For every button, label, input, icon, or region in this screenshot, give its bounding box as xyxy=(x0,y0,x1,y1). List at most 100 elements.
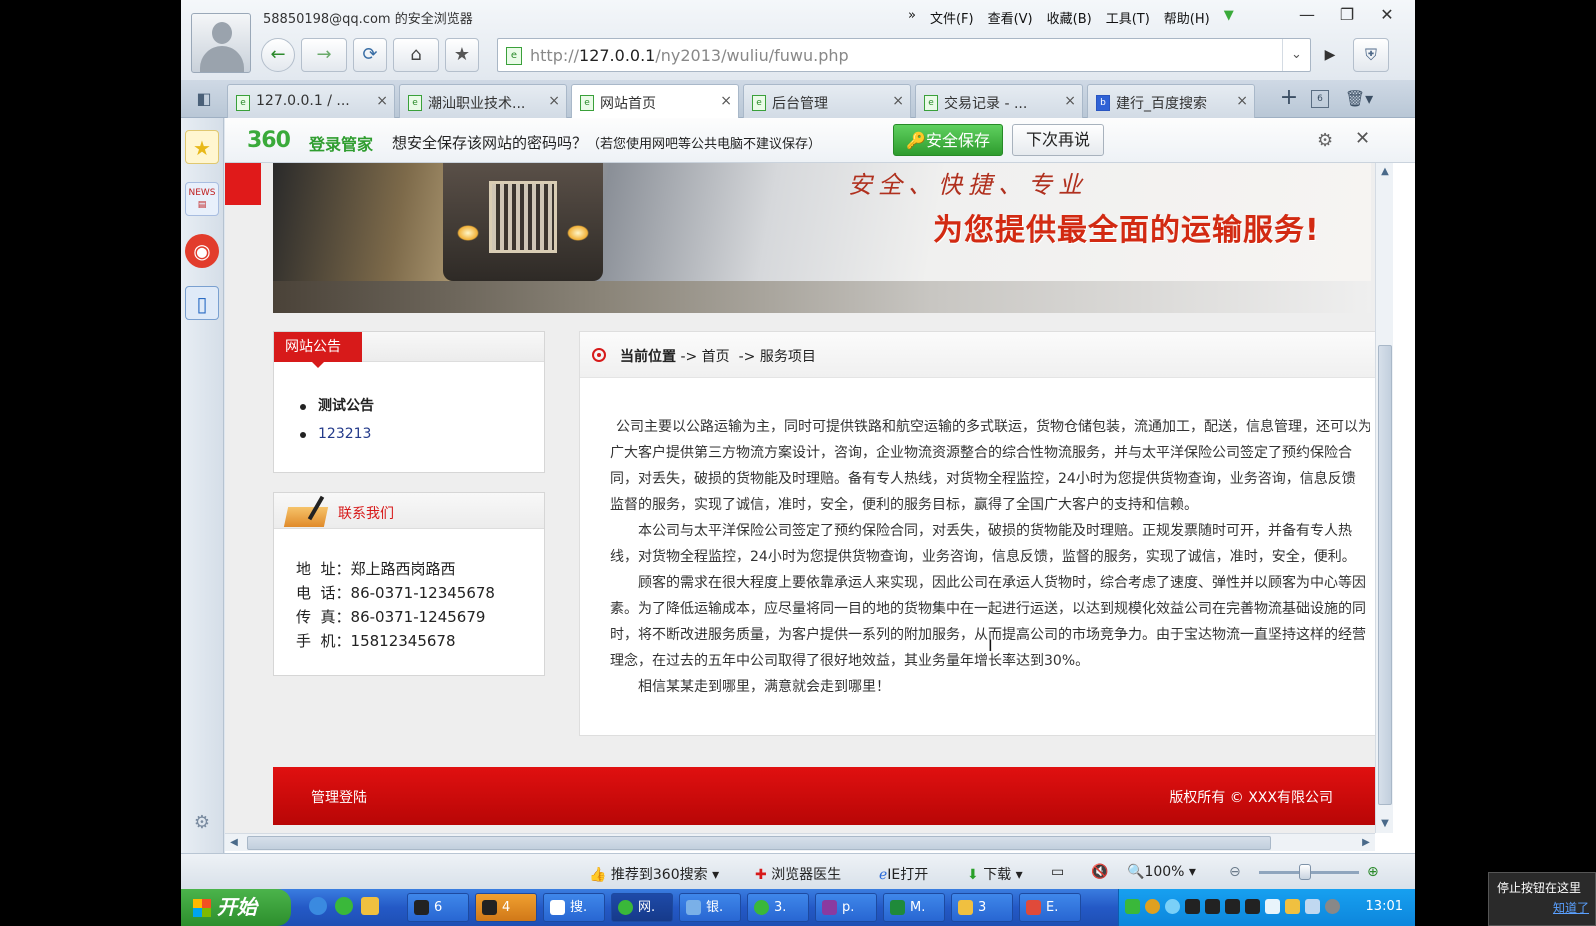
envelope-pen-icon xyxy=(283,495,332,527)
tab-close-icon[interactable]: × xyxy=(720,93,732,109)
menu-more-icon[interactable]: » xyxy=(908,8,916,27)
taskbar-folder[interactable]: 3 xyxy=(951,893,1013,922)
hscroll-thumb[interactable] xyxy=(247,836,1271,850)
tab-6[interactable]: b 建行_百度搜索 × xyxy=(1087,84,1255,118)
go-button[interactable]: ▶ xyxy=(1315,38,1345,72)
refresh-button[interactable]: ⟳ xyxy=(353,38,387,72)
windows-taskbar: 开始 6 4 搜. 网. 银. 3. p. M. 3 E. 13:01 xyxy=(181,889,1415,926)
recorder-dismiss-link[interactable]: 知道了 xyxy=(1553,899,1589,916)
tray-volume-icon[interactable] xyxy=(1325,899,1340,914)
scroll-down-icon[interactable]: ▼ xyxy=(1376,815,1394,833)
gear-icon[interactable]: ⚙ xyxy=(1317,130,1333,151)
tray-qq-icon[interactable] xyxy=(1205,899,1220,914)
tray-qq-icon[interactable] xyxy=(1185,899,1200,914)
later-button[interactable]: 下次再说 xyxy=(1012,124,1104,156)
tray-monitor-icon[interactable] xyxy=(1305,899,1320,914)
taskbar-p[interactable]: p. xyxy=(815,893,877,922)
taskbar-qq-1[interactable]: 6 xyxy=(407,893,469,922)
menu-file[interactable]: 文件(F) xyxy=(930,8,974,27)
taskbar-app-3[interactable]: 3. xyxy=(747,893,809,922)
zoom-slider-knob[interactable] xyxy=(1299,864,1311,880)
news-icon[interactable]: NEWS ▤ xyxy=(185,182,219,216)
restore-button[interactable]: ❐ xyxy=(1327,2,1367,28)
vertical-scrollbar[interactable]: ▲ ▼ xyxy=(1375,163,1393,833)
zoom-out-icon[interactable]: ⊖ xyxy=(1229,864,1241,880)
closed-tabs-trash-icon[interactable]: 🗑▾ xyxy=(1341,86,1377,112)
tab-5[interactable]: e 交易记录 - ... × xyxy=(915,84,1083,118)
favorites-star-icon[interactable]: ★ xyxy=(185,130,219,164)
tray-shield-icon[interactable] xyxy=(1285,899,1300,914)
tab-close-icon[interactable]: × xyxy=(548,93,560,109)
ie-open-button[interactable]: ℯIE打开 xyxy=(879,864,928,884)
tab-1[interactable]: e 127.0.0.1 / ... × xyxy=(227,84,395,118)
scroll-left-icon[interactable]: ◀ xyxy=(225,834,243,852)
browser-doctor-button[interactable]: ✚ 浏览器医生 xyxy=(755,864,841,884)
contact-header: 联系我们 xyxy=(274,493,544,529)
security-shield-button[interactable]: ⛨ xyxy=(1353,38,1389,72)
start-button[interactable]: 开始 xyxy=(181,889,291,926)
recommend-360-button[interactable]: 👍 推荐到360搜索 ▾ xyxy=(589,864,719,884)
page-icon: e xyxy=(580,95,594,111)
close-window-button[interactable]: ✕ xyxy=(1367,2,1407,28)
zoom-in-icon[interactable]: ⊕ xyxy=(1367,864,1379,880)
tray-360-icon[interactable] xyxy=(1125,899,1140,914)
horizontal-scrollbar[interactable]: ◀ ▶ xyxy=(225,833,1375,851)
download-button[interactable]: ⬇ 下载 ▾ xyxy=(967,864,1023,884)
tab-close-icon[interactable]: × xyxy=(892,93,904,109)
back-button[interactable]: ← xyxy=(261,38,295,72)
address-bar[interactable]: e http://127.0.0.1/ny2013/wuliu/fuwu.php… xyxy=(497,38,1311,72)
favorite-star-button[interactable]: ★ xyxy=(445,38,479,72)
scroll-right-icon[interactable]: ▶ xyxy=(1357,834,1375,852)
menu-view[interactable]: 查看(V) xyxy=(988,8,1033,27)
new-tab-button[interactable]: + xyxy=(1276,86,1302,112)
close-bar-icon[interactable]: ✕ xyxy=(1355,128,1370,149)
url-dropdown-icon[interactable]: ⌄ xyxy=(1282,39,1310,71)
weibo-icon[interactable]: ◉ xyxy=(185,234,219,268)
scroll-up-icon[interactable]: ▲ xyxy=(1376,163,1394,181)
tab-close-icon[interactable]: × xyxy=(1064,93,1076,109)
folder-quicklaunch-icon[interactable] xyxy=(361,897,379,915)
taskbar-browser[interactable]: 网. xyxy=(611,893,673,922)
360-quicklaunch-icon[interactable] xyxy=(335,897,353,915)
tab-close-icon[interactable]: × xyxy=(376,93,388,109)
minimize-button[interactable]: — xyxy=(1287,2,1327,28)
settings-gear-icon[interactable]: ⚙ xyxy=(185,806,219,840)
taskbar-search[interactable]: 搜. xyxy=(543,893,605,922)
skin-shirt-icon[interactable]: ▼ xyxy=(1224,8,1234,27)
notice-item[interactable]: 测试公告 xyxy=(300,398,374,426)
taskbar-qq-2[interactable]: 4 xyxy=(475,893,537,922)
url-text[interactable]: http://127.0.0.1/ny2013/wuliu/fuwu.php xyxy=(530,46,849,65)
menu-favorites[interactable]: 收藏(B) xyxy=(1047,8,1092,27)
admin-login-link[interactable]: 管理登陆 xyxy=(311,787,367,807)
taskbar-bank[interactable]: 银. xyxy=(679,893,741,922)
home-button[interactable]: ⌂ xyxy=(393,38,439,72)
tab-2[interactable]: e 潮汕职业技术... × xyxy=(399,84,567,118)
breadcrumb-text: 当前位置 -> 首页 -> 服务项目 xyxy=(620,349,816,365)
safe-save-button[interactable]: 🔑安全保存 xyxy=(893,124,1003,156)
forward-button[interactable]: → xyxy=(301,38,347,72)
scroll-thumb[interactable] xyxy=(1378,345,1392,805)
article-line: 相信某某走到哪里，满意就会走到哪里！ xyxy=(638,679,890,695)
tray-network-icon[interactable] xyxy=(1165,899,1180,914)
menu-tools[interactable]: 工具(T) xyxy=(1106,8,1150,27)
tab-count-icon[interactable]: 6 xyxy=(1311,90,1329,108)
user-avatar[interactable] xyxy=(191,13,251,73)
taskbar-excel[interactable]: M. xyxy=(883,893,945,922)
menu-help[interactable]: 帮助(H) xyxy=(1164,8,1210,27)
tab-sidebar-toggle-icon[interactable]: ◧ xyxy=(189,86,219,112)
taskbar-e[interactable]: E. xyxy=(1019,893,1081,922)
magnifier-icon: 🔍 xyxy=(1127,864,1145,880)
tray-safe-icon[interactable] xyxy=(1145,899,1160,914)
tray-qq-icon[interactable] xyxy=(1245,899,1260,914)
tab-3-active[interactable]: e 网站首页 × xyxy=(571,84,739,119)
tray-qq-icon[interactable] xyxy=(1225,899,1240,914)
tab-close-icon[interactable]: × xyxy=(1236,93,1248,109)
mobile-add-icon[interactable]: ▯ xyxy=(185,286,219,320)
mute-icon[interactable]: 🔇 xyxy=(1091,864,1108,880)
tray-refresh-icon[interactable] xyxy=(1265,899,1280,914)
notice-item[interactable]: 123213 xyxy=(300,426,374,454)
window-icon[interactable]: ▭ xyxy=(1051,864,1064,880)
ie-quicklaunch-icon[interactable] xyxy=(309,897,327,915)
tab-4[interactable]: e 后台管理 × xyxy=(743,84,911,118)
zoom-control[interactable]: 🔍100% ▾ xyxy=(1127,864,1196,880)
